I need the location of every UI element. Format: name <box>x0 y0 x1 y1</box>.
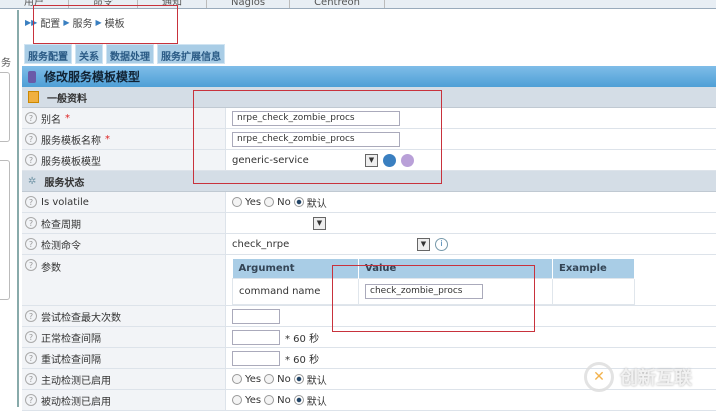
sidebar-panel <box>0 160 10 300</box>
row-check-period: ? 检查周期 ▼ <box>22 213 716 234</box>
sidebar-text[interactable]: 务 <box>1 54 11 69</box>
radio-default[interactable] <box>293 197 304 207</box>
watermark-logo: ✕ 创新互联 <box>584 362 692 392</box>
passive-label: 被动检测已启用 <box>41 396 111 408</box>
radio-no[interactable] <box>264 374 275 384</box>
radio-no[interactable] <box>264 395 275 405</box>
help-icon[interactable]: ? <box>25 112 37 124</box>
normal-interval-label: 正常检查间隔 <box>41 333 101 345</box>
retry-interval-label: 重试检查间隔 <box>41 354 101 366</box>
radio-no[interactable] <box>264 197 275 207</box>
arg-example <box>552 277 635 305</box>
radio-yes[interactable] <box>232 395 242 405</box>
unit-label: * 60 秒 <box>285 354 320 366</box>
help-icon[interactable]: ? <box>25 217 37 229</box>
highlight-box <box>193 90 442 184</box>
volatile-label: Is volatile <box>41 196 89 208</box>
help-icon[interactable]: ? <box>25 196 37 208</box>
form-title-text: 修改服务模板模型 <box>44 70 141 84</box>
retry-interval-input[interactable] <box>232 350 280 366</box>
row-volatile: ? Is volatile Yes No 默认 <box>22 192 716 213</box>
radio-yes[interactable] <box>232 374 242 384</box>
args-label: 参数 <box>41 263 61 274</box>
alias-label: 别名 <box>41 114 61 126</box>
highlight-box <box>33 5 178 44</box>
help-icon[interactable]: ? <box>25 154 37 166</box>
normal-interval-input[interactable] <box>232 329 280 345</box>
help-icon[interactable]: ? <box>25 394 37 406</box>
tab-data-processing[interactable]: 数据处理 <box>106 44 154 64</box>
section-general-label: 一般资料 <box>47 93 87 105</box>
logo-icon: ✕ <box>584 362 614 392</box>
col-example: Example <box>552 259 635 278</box>
opt-label: 默认 <box>306 396 327 408</box>
opt-label: No <box>277 394 291 406</box>
max-attempts-label: 尝试检查最大次数 <box>41 312 121 324</box>
radio-default[interactable] <box>293 395 304 405</box>
help-icon[interactable]: ? <box>25 238 37 250</box>
unit-label: * 60 秒 <box>285 333 320 345</box>
help-icon[interactable]: ? <box>25 373 37 385</box>
tab-extended-info[interactable]: 服务扩展信息 <box>157 44 225 64</box>
max-attempts-input[interactable] <box>232 308 280 324</box>
watermark-text: 创新互联 <box>620 368 692 389</box>
sidebar: 务 <box>0 10 19 407</box>
row-passive: ? 被动检测已启用 Yes No 默认 <box>22 390 716 411</box>
opt-label: Yes <box>245 196 262 208</box>
required-mark: * <box>105 133 110 145</box>
opt-label: Yes <box>245 394 262 406</box>
tabs: 服务配置 关系 数据处理 服务扩展信息 <box>24 44 225 64</box>
help-icon[interactable]: ? <box>25 259 37 271</box>
dropdown-arrow-icon[interactable]: ▼ <box>313 216 326 230</box>
opt-label: No <box>277 196 291 208</box>
highlight-box <box>332 265 535 332</box>
template-label: 服务模板模型 <box>41 156 101 168</box>
check-command-select[interactable]: check_nrpe <box>232 239 412 250</box>
radio-yes[interactable] <box>232 197 242 207</box>
tab-relations[interactable]: 关系 <box>75 44 103 64</box>
check-command-label: 检测命令 <box>41 240 81 252</box>
database-icon <box>28 70 36 83</box>
help-icon[interactable]: ? <box>25 310 37 322</box>
form-title: 修改服务模板模型 <box>22 66 716 87</box>
clipboard-icon <box>28 91 39 103</box>
row-check-command: ? 检测命令 check_nrpe ▼ i <box>22 234 716 255</box>
required-mark: * <box>65 112 70 124</box>
help-icon[interactable]: ? <box>25 331 37 343</box>
sidebar-panel <box>0 72 10 142</box>
check-period-label: 检查周期 <box>41 219 81 231</box>
nav-nagios[interactable]: Nagios <box>207 0 291 8</box>
radio-default[interactable] <box>293 374 304 384</box>
tab-service-config[interactable]: 服务配置 <box>24 44 72 64</box>
gear-icon: ✲ <box>28 175 37 187</box>
nav-centreon[interactable]: Centreon <box>290 0 385 8</box>
dropdown-arrow-icon[interactable]: ▼ <box>417 237 430 251</box>
opt-label: No <box>277 373 291 385</box>
section-state-label: 服务状态 <box>44 177 85 189</box>
opt-label: Yes <box>245 373 262 385</box>
help-icon[interactable]: ? <box>25 133 37 145</box>
name-label: 服务模板名称 <box>41 135 101 147</box>
help-icon[interactable]: ? <box>25 352 37 364</box>
info-icon[interactable]: i <box>435 237 448 251</box>
opt-label: 默认 <box>306 198 327 210</box>
opt-label: 默认 <box>306 375 327 387</box>
active-label: 主动检测已启用 <box>41 375 111 387</box>
